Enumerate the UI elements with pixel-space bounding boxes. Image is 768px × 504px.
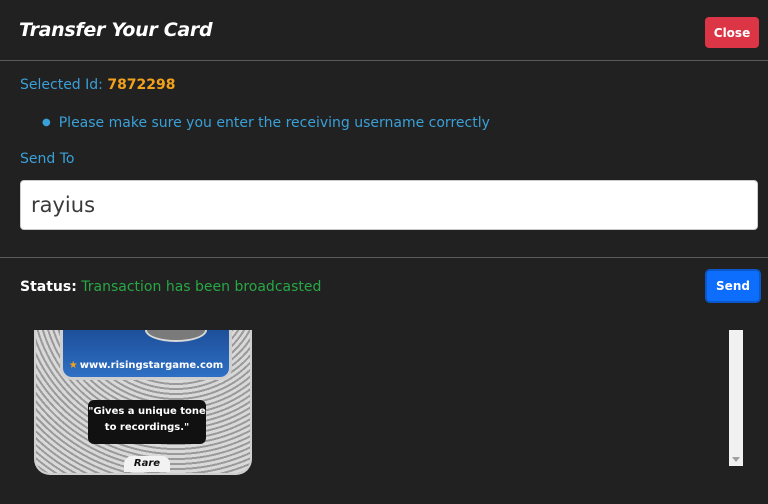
close-button[interactable]: Close (705, 17, 759, 48)
card-screen: ★ www.risingstargame.com (60, 330, 232, 380)
scroll-down-arrow-icon[interactable] (732, 457, 740, 462)
card-dial (145, 330, 207, 342)
send-button[interactable]: Send (705, 269, 761, 303)
card-url-text: www.risingstargame.com (79, 360, 224, 371)
selected-id-row: Selected Id: 7872298 (20, 77, 176, 93)
bullet-icon: ● (42, 117, 51, 128)
card-preview-area: ★ www.risingstargame.com "Gives a unique … (0, 330, 768, 504)
scrollbar[interactable] (729, 330, 743, 466)
status-text: Transaction has been broadcasted (81, 279, 322, 295)
card-quote-line2: to recordings." (104, 422, 190, 433)
star-icon: ★ (68, 360, 78, 371)
modal-title: Transfer Your Card (19, 19, 213, 41)
selected-id-label: Selected Id: (20, 77, 103, 93)
selected-id-value: 7872298 (107, 77, 176, 93)
card-rarity: Rare (124, 456, 170, 472)
modal-header: Transfer Your Card Close (0, 0, 768, 61)
card-url: ★ www.risingstargame.com (63, 360, 229, 371)
status-row: Status: Transaction has been broadcasted (20, 279, 321, 295)
status-label: Status: (20, 279, 77, 295)
section-divider (0, 257, 768, 258)
card-quote-line1: "Gives a unique tone (88, 406, 206, 417)
username-input[interactable] (20, 180, 758, 230)
send-to-label: Send To (20, 151, 75, 167)
card-quote: "Gives a unique tone to recordings." (88, 400, 206, 444)
notice-list-item: ● Please make sure you enter the receivin… (42, 115, 490, 131)
notice-text: Please make sure you enter the receiving… (58, 115, 490, 131)
card-image: ★ www.risingstargame.com "Gives a unique … (34, 330, 252, 475)
